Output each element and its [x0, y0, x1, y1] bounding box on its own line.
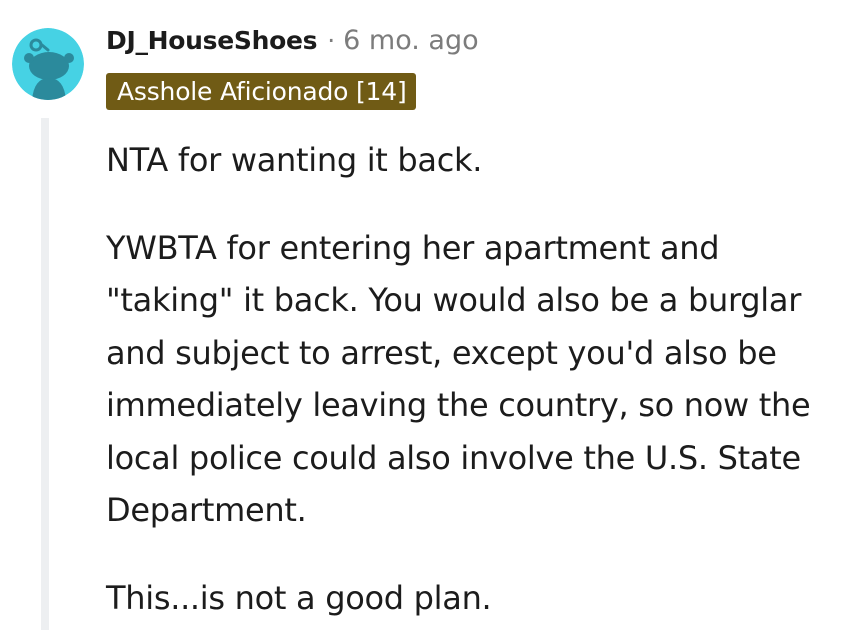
- avatar[interactable]: [12, 28, 84, 100]
- timestamp-link[interactable]: 6 mo. ago: [343, 25, 478, 56]
- thread-collapse-line[interactable]: [41, 118, 49, 630]
- comment-paragraph: This...is not a good plan.: [106, 578, 492, 617]
- comment-paragraph: NTA for wanting it back.: [106, 141, 483, 179]
- comment: DJ_HouseShoes · 6 mo. ago Asshole Aficio…: [0, 0, 859, 630]
- comment-paragraph: YWBTA for entering her apartment and "ta…: [106, 228, 811, 530]
- comment-body: NTA for wanting it back. YWBTA for enter…: [106, 134, 826, 624]
- comment-meta: DJ_HouseShoes · 6 mo. ago: [106, 22, 479, 58]
- username-link[interactable]: DJ_HouseShoes: [106, 26, 318, 55]
- user-flair-badge: Asshole Aficionado [14]: [106, 73, 416, 110]
- reddit-snoo-avatar-icon: [12, 28, 84, 100]
- meta-separator: ·: [327, 25, 336, 55]
